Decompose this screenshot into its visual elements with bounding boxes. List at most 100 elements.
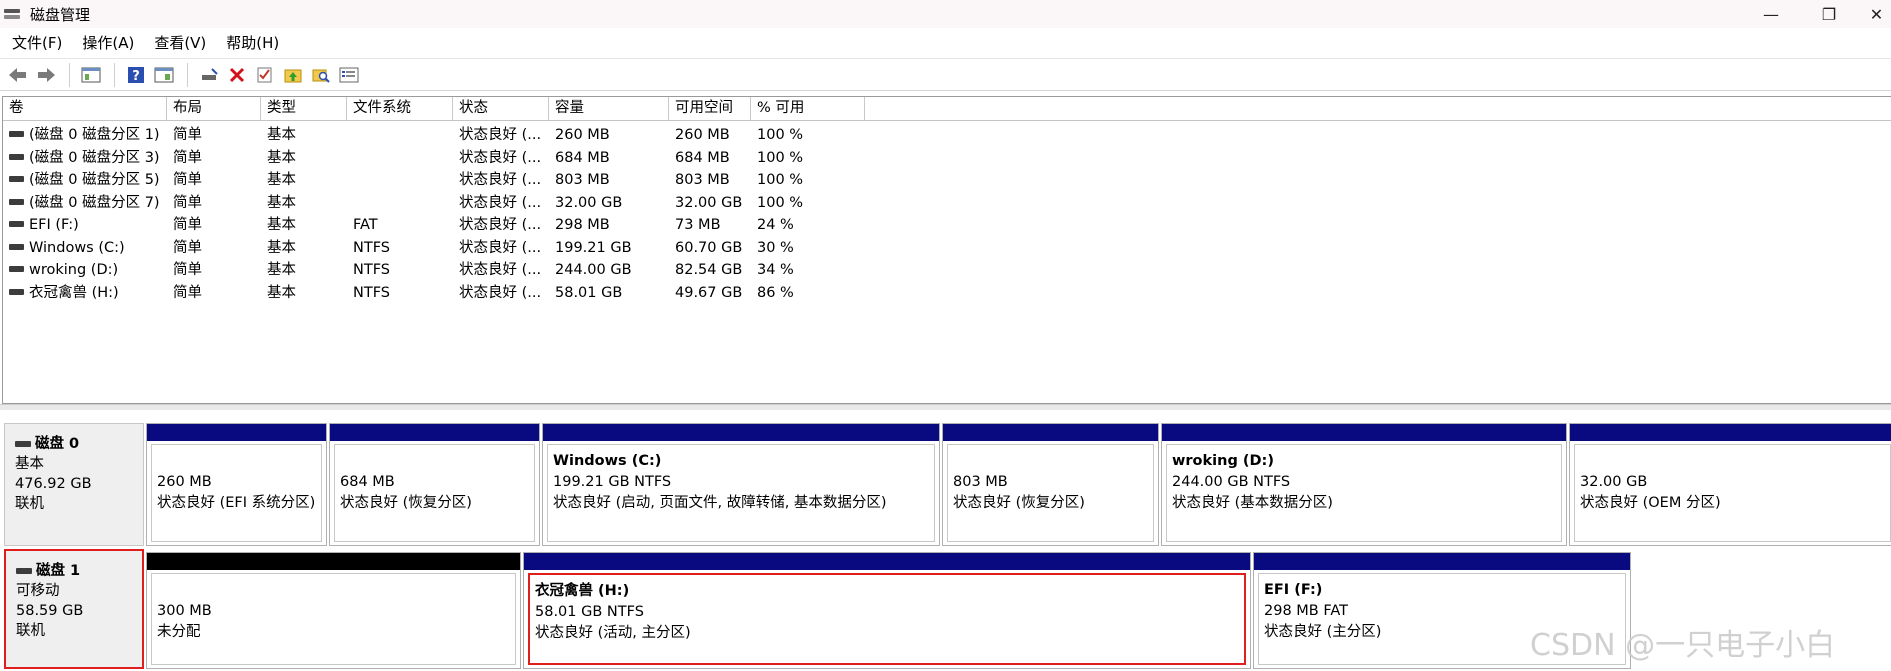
minimize-button[interactable]: — <box>1748 0 1794 28</box>
cell-volume: (磁盘 0 磁盘分区 1) <box>3 124 167 146</box>
volume-icon <box>9 243 24 250</box>
settings-icon[interactable] <box>336 62 362 88</box>
partition-body: wroking (D:) 244.00 GB NTFS 状态良好 (基本数据分区… <box>1166 444 1562 542</box>
cell-filesystem: NTFS <box>353 262 390 278</box>
volume-row[interactable]: (磁盘 0 磁盘分区 5) 简单 基本 状态良好 (... 803 MB 803 MB 10… <box>3 169 1891 191</box>
volume-row[interactable]: 衣冠禽兽 (H:) 简单 基本 NTFS 状态良好 (... 58.01 GB 49.67 … <box>3 282 1891 304</box>
disk-1-label[interactable]: 磁盘 1 可移动 58.59 GB 联机 <box>4 549 144 669</box>
csdn-watermark: CSDN @一只电子小白 <box>1530 628 1836 663</box>
cell-status: 状态良好 (... <box>459 149 542 166</box>
cell-volume: (磁盘 0 磁盘分区 3) <box>3 147 167 169</box>
partition-status: 状态良好 (启动, 页面文件, 故障转储, 基本数据分区) <box>553 495 887 511</box>
menu-action[interactable]: 操作(A) <box>82 32 134 53</box>
cell-capacity: 298 MB <box>555 217 610 233</box>
menu-help[interactable]: 帮助(H) <box>226 32 279 53</box>
back-icon[interactable] <box>5 62 31 88</box>
disk-0-partition-5[interactable]: 803 MB 状态良好 (恢复分区) <box>942 423 1159 546</box>
cell-layout: 简单 <box>173 127 202 143</box>
volume-name: wroking (D:) <box>29 262 119 278</box>
menu-bar: 文件(F) 操作(A) 查看(V) 帮助(H) <box>0 30 299 54</box>
cell-volume: wroking (D:) <box>3 259 167 281</box>
cell-filesystem <box>347 124 453 146</box>
console-tree-icon[interactable] <box>78 62 104 88</box>
partition-name: wroking (D:) <box>1172 453 1274 469</box>
partition-name: EFI (F:) <box>1264 582 1323 598</box>
cell-volume: (磁盘 0 磁盘分区 7) <box>3 192 167 214</box>
partition-status: 状态良好 (基本数据分区) <box>1172 495 1333 511</box>
connect-icon[interactable] <box>196 62 222 88</box>
partition-body: 684 MB 状态良好 (恢复分区) <box>334 444 535 542</box>
column-header-volume[interactable]: 卷 <box>3 97 167 120</box>
cell-type: 基本 <box>267 262 296 278</box>
cell-status: 状态良好 (... <box>459 194 542 211</box>
menu-file[interactable]: 文件(F) <box>12 32 62 53</box>
partition-body: 260 MB 状态良好 (EFI 系统分区) <box>151 444 322 542</box>
unallocated-bar <box>147 553 520 570</box>
disk-management-app-icon <box>3 6 21 22</box>
disk-1-status: 联机 <box>16 623 45 639</box>
check-icon[interactable] <box>252 62 278 88</box>
delete-icon[interactable] <box>224 62 250 88</box>
up-icon[interactable] <box>280 62 306 88</box>
cell-layout: 简单 <box>173 284 202 301</box>
maximize-button[interactable]: ❐ <box>1806 0 1852 28</box>
cell-status: 状态良好 (... <box>459 284 542 301</box>
cell-type: 基本 <box>267 239 296 256</box>
partition-status: 状态良好 (恢复分区) <box>953 495 1085 511</box>
cell-percent-free: 34 % <box>757 262 794 278</box>
cell-free-space: 49.67 GB <box>675 284 743 301</box>
cell-status: 状态良好 (... <box>459 262 542 278</box>
column-header-percent-free[interactable]: % 可用 <box>751 97 865 120</box>
column-header-capacity[interactable]: 容量 <box>549 97 669 120</box>
partition-body: 300 MB 未分配 <box>151 573 516 665</box>
disk-name: 磁盘 0 <box>15 434 143 454</box>
volume-row[interactable]: Windows (C:) 简单 基本 NTFS 状态良好 (... 199.21 GB 60… <box>3 237 1891 259</box>
column-header-filesystem[interactable]: 文件系统 <box>347 97 453 120</box>
disk-0-name: 磁盘 0 <box>35 436 80 452</box>
close-button[interactable]: ✕ <box>1862 0 1891 28</box>
cell-percent-free: 30 % <box>757 239 794 256</box>
disk-0-partition-7[interactable]: 32.00 GB 状态良好 (OEM 分区) <box>1569 423 1891 546</box>
partition-status: 状态良好 (OEM 分区) <box>1580 495 1721 511</box>
partition-status: 状态良好 (EFI 系统分区) <box>157 495 316 511</box>
disk-icon <box>16 568 32 574</box>
cell-status: 状态良好 (... <box>459 172 542 188</box>
wroking-d-partition[interactable]: wroking (D:) 244.00 GB NTFS 状态良好 (基本数据分区… <box>1161 423 1567 546</box>
cell-capacity: 684 MB <box>555 149 610 166</box>
menu-view[interactable]: 查看(V) <box>154 32 206 53</box>
volume-name: (磁盘 0 磁盘分区 1) <box>29 127 160 143</box>
volume-row[interactable]: (磁盘 0 磁盘分区 3) 简单 基本 状态良好 (... 684 MB 684 MB 10… <box>3 147 1891 169</box>
column-header-status[interactable]: 状态 <box>453 97 549 120</box>
column-header-free-space[interactable]: 可用空间 <box>669 97 751 120</box>
volume-name: (磁盘 0 磁盘分区 3) <box>29 149 160 166</box>
volume-row[interactable]: (磁盘 0 磁盘分区 1) 简单 基本 状态良好 (... 260 MB 260 MB 10… <box>3 124 1891 146</box>
properties-icon[interactable] <box>151 62 177 88</box>
partition-size: 684 MB <box>340 474 395 490</box>
disk-0-status: 联机 <box>15 496 44 512</box>
partition-bar <box>1570 424 1891 441</box>
volume-icon <box>9 153 24 160</box>
column-header-type[interactable]: 类型 <box>261 97 347 120</box>
disk-0-label[interactable]: 磁盘 0 基本 476.92 GB 联机 <box>4 423 144 546</box>
h-drive-partition[interactable]: 衣冠禽兽 (H:) 58.01 GB NTFS 状态良好 (活动, 主分区) <box>523 552 1251 669</box>
disk-0-partition-3[interactable]: 684 MB 状态良好 (恢复分区) <box>329 423 540 546</box>
cell-volume: 衣冠禽兽 (H:) <box>3 282 167 304</box>
volume-icon <box>9 131 24 137</box>
volume-row[interactable]: (磁盘 0 磁盘分区 7) 简单 基本 状态良好 (... 32.00 GB 32.00 … <box>3 192 1891 214</box>
disk-0-partition-1[interactable]: 260 MB 状态良好 (EFI 系统分区) <box>146 423 327 546</box>
windows-c-partition[interactable]: Windows (C:) 199.21 GB NTFS 状态良好 (启动, 页面… <box>542 423 940 546</box>
help-icon[interactable]: ? <box>123 62 149 88</box>
find-icon[interactable] <box>308 62 334 88</box>
cell-type: 基本 <box>267 149 296 166</box>
volume-row[interactable]: wroking (D:) 简单 基本 NTFS 状态良好 (... 244.00 GB 82… <box>3 259 1891 281</box>
cell-free-space: 73 MB <box>675 217 721 233</box>
cell-percent-free: 86 % <box>757 284 794 301</box>
forward-icon[interactable] <box>33 62 59 88</box>
unallocated-partition[interactable]: 300 MB 未分配 <box>146 552 521 669</box>
cell-filesystem: FAT <box>353 217 378 233</box>
volume-row[interactable]: EFI (F:) 简单 基本 FAT 状态良好 (... 298 MB 73 MB 24 % <box>3 214 1891 236</box>
svg-text:?: ? <box>132 69 140 84</box>
partition-bar <box>1254 553 1630 570</box>
column-header-layout[interactable]: 布局 <box>167 97 261 120</box>
partition-body: 32.00 GB 状态良好 (OEM 分区) <box>1574 444 1891 542</box>
